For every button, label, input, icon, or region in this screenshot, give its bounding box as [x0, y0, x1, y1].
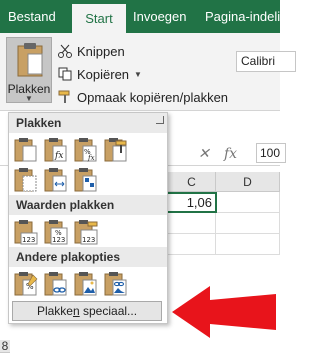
dialog-launcher-icon[interactable] [156, 116, 164, 124]
paintbrush-icon [58, 90, 70, 103]
paste-special-label: Plakke [36, 304, 73, 318]
section-paste-header: Plakken [9, 113, 167, 133]
paste-icon[interactable] [13, 137, 39, 163]
cell[interactable] [168, 234, 216, 255]
tab-start[interactable]: Start [72, 4, 126, 33]
cell[interactable] [216, 192, 280, 213]
scissors-icon [58, 44, 72, 58]
column-header-c[interactable]: C [168, 172, 216, 192]
tab-invoegen[interactable]: Invoegen [133, 0, 187, 33]
cell[interactable] [216, 213, 280, 234]
paste-formulas-number-format-icon[interactable]: %fx [73, 137, 99, 163]
row-header-8[interactable]: 8 [0, 340, 10, 353]
red-arrow-icon [172, 286, 276, 338]
column-header-d[interactable]: D [216, 172, 280, 192]
section-paste-label: Plakken [16, 116, 62, 130]
copy-icon [58, 67, 72, 81]
cancel-icon[interactable]: ✕ [198, 146, 210, 162]
section-values-label: Waarden plakken [16, 198, 115, 212]
badge-123: 123 [52, 236, 65, 244]
chevron-down-icon: ▼ [25, 94, 33, 103]
paste-linked-picture-icon[interactable] [103, 271, 129, 297]
chevron-down-icon[interactable]: ▼ [134, 70, 142, 79]
selected-cell[interactable]: 1,06 [160, 192, 217, 213]
keep-column-widths-icon[interactable] [43, 167, 69, 193]
badge-fx: fx [54, 151, 63, 161]
paste-values-source-formatting-icon[interactable]: 123 [73, 219, 99, 245]
section-other-label: Andere plakopties [16, 250, 121, 264]
section-values-header: Waarden plakken [9, 195, 167, 215]
font-name-box[interactable]: Calibri [236, 51, 296, 72]
paste-special-label-suffix: speciaal... [79, 304, 138, 318]
tab-pagina-indeling[interactable]: Pagina-indeling [205, 0, 295, 33]
paste-picture-icon[interactable] [73, 271, 99, 297]
paste-link-icon[interactable] [43, 271, 69, 297]
paste-dropdown-menu: Plakken fx % fx Waarden plakken 123 % 123 … [8, 112, 168, 324]
format-painter-button[interactable]: Opmaak kopiëren/plakken [58, 87, 228, 107]
paste-values-number-format-icon[interactable]: %123 [43, 219, 69, 245]
paste-formulas-icon[interactable]: fx [43, 137, 69, 163]
ribbon-home: Plakken ▼ Knippen Kopiëren ▼ Opmaak kopi… [0, 33, 296, 111]
format-painter-label: Opmaak kopiëren/plakken [77, 89, 229, 105]
copy-button[interactable]: Kopiëren ▼ [58, 64, 142, 84]
formula-input[interactable]: 100 [256, 143, 286, 163]
badge-123: 123 [82, 236, 95, 244]
transpose-icon[interactable] [73, 167, 99, 193]
no-borders-icon[interactable] [13, 167, 39, 193]
clipboard-icon [17, 43, 43, 77]
keep-source-formatting-icon[interactable] [103, 137, 129, 163]
badge-fx: fx [87, 154, 95, 162]
ribbon-tab-bar: Bestand Start Invoegen Pagina-indeling [0, 0, 295, 33]
badge-123: 123 [22, 236, 35, 244]
fx-icon[interactable]: fx [224, 146, 237, 162]
cut-label: Knippen [77, 43, 125, 59]
paste-values-icon[interactable]: 123 [13, 219, 39, 245]
paste-button[interactable]: Plakken ▼ [6, 37, 52, 103]
paste-special-button[interactable]: Plakken speciaal... [12, 301, 162, 321]
cell[interactable] [168, 213, 216, 234]
cut-button[interactable]: Knippen [58, 41, 125, 61]
section-other-header: Andere plakopties [9, 247, 167, 267]
tab-bestand[interactable]: Bestand [8, 0, 56, 33]
paste-special-accesskey: n [72, 304, 80, 318]
cell[interactable] [216, 234, 280, 255]
copy-label: Kopiëren [77, 66, 130, 82]
paste-formatting-icon[interactable]: % [13, 271, 39, 297]
